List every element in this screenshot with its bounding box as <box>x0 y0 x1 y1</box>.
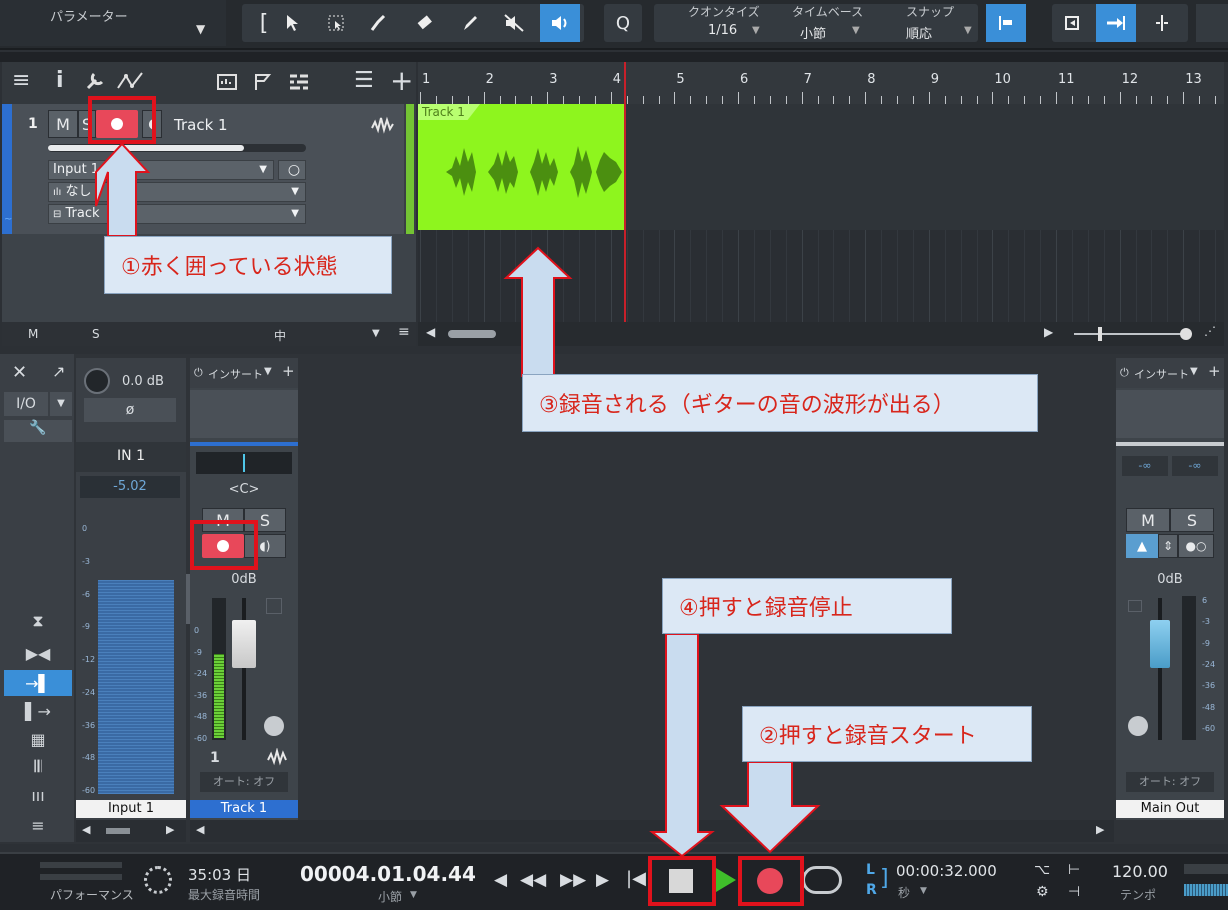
callout-arrows <box>95 142 821 858</box>
callout-4: ④押すと録音停止 <box>662 578 952 634</box>
callout-3: ③録音される（ギターの音の波形が出る） <box>522 374 1038 432</box>
callout-2: ②押すと録音スタート <box>742 706 1032 762</box>
callout-1: ①赤く囲っている状態 <box>104 236 392 294</box>
